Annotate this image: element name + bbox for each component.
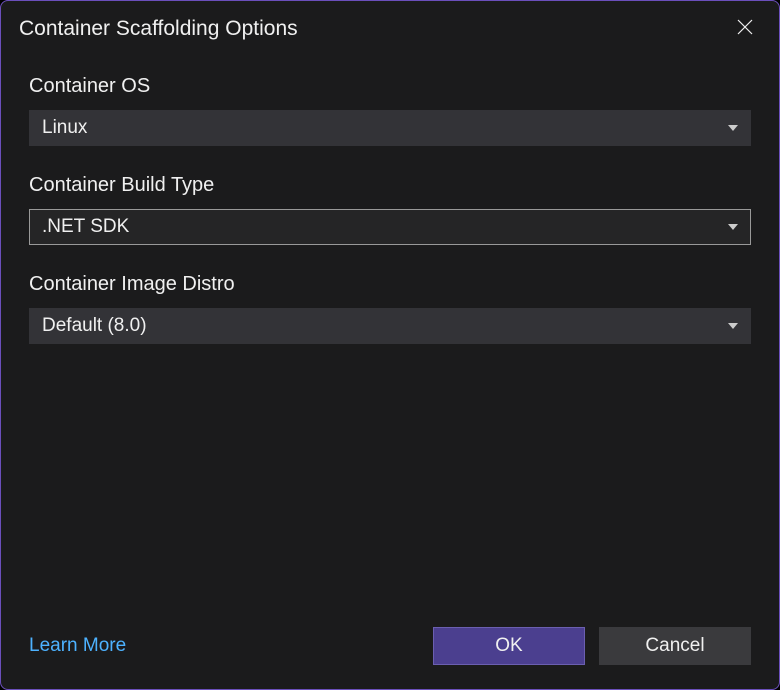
field-container-os: Container OS Linux — [29, 75, 751, 146]
close-button[interactable] — [729, 13, 761, 45]
select-image-distro[interactable]: Default (8.0) — [29, 308, 751, 344]
learn-more-link[interactable]: Learn More — [29, 635, 126, 657]
chevron-down-icon — [728, 224, 738, 230]
select-container-os-value: Linux — [42, 117, 87, 139]
select-build-type[interactable]: .NET SDK — [29, 209, 751, 245]
dialog-content: Container OS Linux Container Build Type … — [1, 55, 779, 609]
dialog-footer: Learn More OK Cancel — [1, 609, 779, 689]
label-image-distro: Container Image Distro — [29, 273, 751, 296]
select-container-os[interactable]: Linux — [29, 110, 751, 146]
titlebar: Container Scaffolding Options — [1, 1, 779, 55]
select-build-type-value: .NET SDK — [42, 216, 129, 238]
dialog-title: Container Scaffolding Options — [19, 17, 298, 41]
dialog-container-scaffolding-options: Container Scaffolding Options Container … — [0, 0, 780, 690]
ok-button[interactable]: OK — [433, 627, 585, 665]
select-image-distro-value: Default (8.0) — [42, 315, 147, 337]
chevron-down-icon — [728, 125, 738, 131]
field-image-distro: Container Image Distro Default (8.0) — [29, 273, 751, 344]
close-icon — [737, 19, 753, 40]
cancel-button[interactable]: Cancel — [599, 627, 751, 665]
chevron-down-icon — [728, 323, 738, 329]
field-build-type: Container Build Type .NET SDK — [29, 174, 751, 245]
label-build-type: Container Build Type — [29, 174, 751, 197]
label-container-os: Container OS — [29, 75, 751, 98]
